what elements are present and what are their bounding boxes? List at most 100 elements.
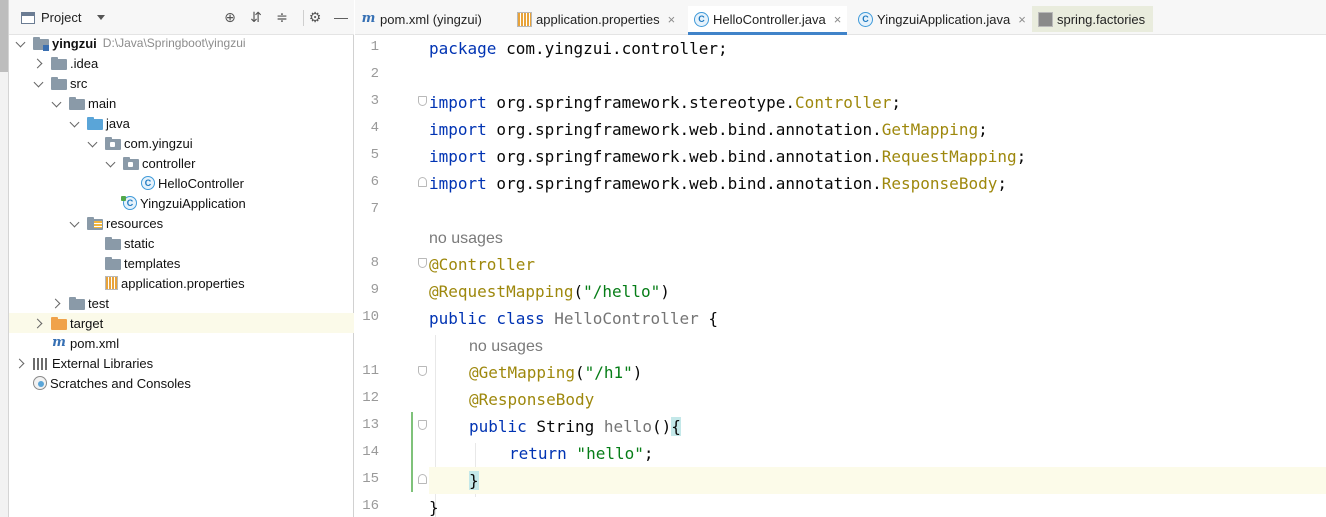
fold-toggle-icon[interactable]: [418, 258, 427, 268]
chevron-right-icon[interactable]: [51, 297, 63, 309]
tab-spring-factories[interactable]: spring.factories: [1032, 6, 1154, 32]
module-folder-icon: [33, 36, 49, 51]
line-number: 13: [362, 417, 379, 433]
tree-item-yingzui[interactable]: yingzui D:\Java\Springboot\yingzui: [9, 33, 354, 53]
tree-item-yingzuiapplication[interactable]: C YingzuiApplication: [9, 193, 354, 213]
tab-label: YingzuiApplication.java: [877, 11, 1011, 27]
code-token: ;: [1016, 147, 1027, 166]
close-icon[interactable]: ×: [834, 12, 842, 27]
tree-item-test[interactable]: test: [9, 293, 354, 313]
fold-toggle-icon[interactable]: [418, 96, 427, 106]
gear-icon[interactable]: ⚙: [307, 9, 323, 25]
tab-label: application.properties: [536, 11, 660, 27]
collapse-all-icon[interactable]: ≑: [274, 9, 290, 25]
code-token: org.springframework.web.bind.annotation.: [486, 120, 882, 139]
fold-toggle-icon[interactable]: [418, 420, 427, 430]
chevron-down-icon[interactable]: [51, 97, 63, 109]
code-token: String: [526, 417, 604, 436]
expand-all-icon[interactable]: ⇵: [248, 9, 264, 25]
usages-hint[interactable]: no usages: [429, 230, 503, 247]
tab-pom-xml[interactable]: m pom.xml (yingzui): [361, 6, 482, 32]
tree-item-label: HelloController: [158, 175, 244, 191]
tree-item-com-yingzui[interactable]: com.yingzui: [9, 133, 354, 153]
tree-item-src[interactable]: src: [9, 73, 354, 93]
close-icon[interactable]: ×: [668, 12, 676, 27]
string-token: "hello": [566, 444, 644, 463]
editor-gutter: 1 2 3 4 5 6 7 8 9 10 11 12 13 14 15 16: [355, 35, 415, 517]
annotation-token: Controller: [795, 93, 892, 112]
chevron-down-icon[interactable]: [87, 137, 99, 149]
tree-item-controller[interactable]: controller: [9, 153, 354, 173]
tree-item-label: templates: [124, 255, 181, 271]
tree-item-scratches[interactable]: Scratches and Consoles: [9, 373, 354, 393]
tree-item-java[interactable]: java: [9, 113, 354, 133]
tool-window-stripe: [0, 0, 9, 517]
keyword-token: import: [429, 120, 487, 139]
chevron-down-icon[interactable]: [105, 157, 117, 169]
line-number: 12: [362, 390, 379, 406]
tree-item-templates[interactable]: templates: [9, 253, 354, 273]
keyword-token: package: [429, 39, 497, 58]
tab-yingzuiapplication-java[interactable]: C YingzuiApplication.java ×: [858, 6, 1026, 32]
project-window-icon: [21, 11, 35, 24]
fold-toggle-icon[interactable]: [418, 177, 427, 187]
chevron-right-icon[interactable]: [33, 317, 45, 329]
chevron-right-icon[interactable]: [33, 57, 45, 69]
tree-item-idea[interactable]: .idea: [9, 53, 354, 73]
chevron-down-icon[interactable]: [69, 117, 81, 129]
line-number: 1: [370, 39, 379, 55]
method-name-token: hello: [603, 417, 653, 436]
chevron-right-icon[interactable]: [15, 357, 27, 369]
chevron-down-icon[interactable]: [97, 15, 106, 20]
project-panel-header: Project ⊕ ⇵ ≑ ⚙ —: [9, 0, 354, 35]
spring-boot-class-icon: C: [121, 196, 137, 210]
fold-toggle-icon[interactable]: [418, 474, 427, 484]
tree-item-label: src: [70, 75, 88, 91]
annotation-token: RequestMapping: [881, 147, 1017, 166]
chevron-down-icon[interactable]: [69, 217, 81, 229]
tree-item-hellocontroller[interactable]: C HelloController: [9, 173, 354, 193]
tab-hellocontroller-java[interactable]: C HelloController.java ×: [688, 6, 848, 35]
folder-icon: [51, 56, 67, 70]
tab-application-properties[interactable]: application.properties ×: [517, 6, 675, 32]
chevron-down-icon[interactable]: [33, 77, 45, 89]
code-token: (): [652, 417, 672, 436]
code-token: org.springframework.stereotype.: [486, 93, 796, 112]
matched-brace: {: [671, 417, 681, 436]
inlay-hint[interactable]: no usages: [429, 224, 1326, 251]
fold-toggle-icon[interactable]: [418, 366, 427, 376]
line-number: 9: [370, 282, 379, 298]
usages-hint[interactable]: no usages: [469, 338, 543, 355]
code-area[interactable]: package com.yingzui.controller; import o…: [429, 35, 1326, 517]
code-token: com.yingzui.controller;: [496, 39, 728, 58]
code-token: ): [632, 363, 643, 382]
vcs-change-marker: [411, 412, 413, 492]
tree-item-static[interactable]: static: [9, 233, 354, 253]
tree-item-resources[interactable]: resources: [9, 213, 354, 233]
code-token: org.springframework.web.bind.annotation.: [486, 147, 882, 166]
tree-item-application-properties[interactable]: application.properties: [9, 273, 354, 293]
project-view-selector[interactable]: Project: [21, 10, 106, 25]
scratches-icon: [33, 376, 47, 390]
code-line: @RequestMapping("/hello"): [429, 278, 1326, 305]
code-line: public class HelloController {: [429, 305, 1326, 332]
tree-item-label: YingzuiApplication: [140, 195, 246, 211]
code-token: {: [698, 309, 718, 328]
inlay-hint[interactable]: no usages: [429, 332, 1326, 359]
select-opened-file-icon[interactable]: ⊕: [222, 9, 238, 25]
hide-panel-icon[interactable]: —: [333, 9, 349, 25]
line-number: 6: [370, 174, 379, 190]
chevron-down-icon[interactable]: [15, 37, 27, 49]
tree-item-main[interactable]: main: [9, 93, 354, 113]
tree-item-target[interactable]: target: [9, 313, 354, 333]
code-line: @ResponseBody: [429, 386, 1326, 413]
project-tool-window-button[interactable]: [0, 0, 8, 72]
tree-item-pom-xml[interactable]: m pom.xml: [9, 333, 354, 353]
header-divider: [303, 10, 304, 26]
close-icon[interactable]: ×: [1018, 12, 1026, 27]
tree-item-external-libraries[interactable]: External Libraries: [9, 353, 354, 373]
tree-item-label: .idea: [70, 55, 99, 71]
editor-tab-bar: m pom.xml (yingzui) application.properti…: [355, 0, 1326, 35]
source-folder-icon: [87, 116, 103, 130]
code-line: return "hello";: [429, 440, 1326, 467]
